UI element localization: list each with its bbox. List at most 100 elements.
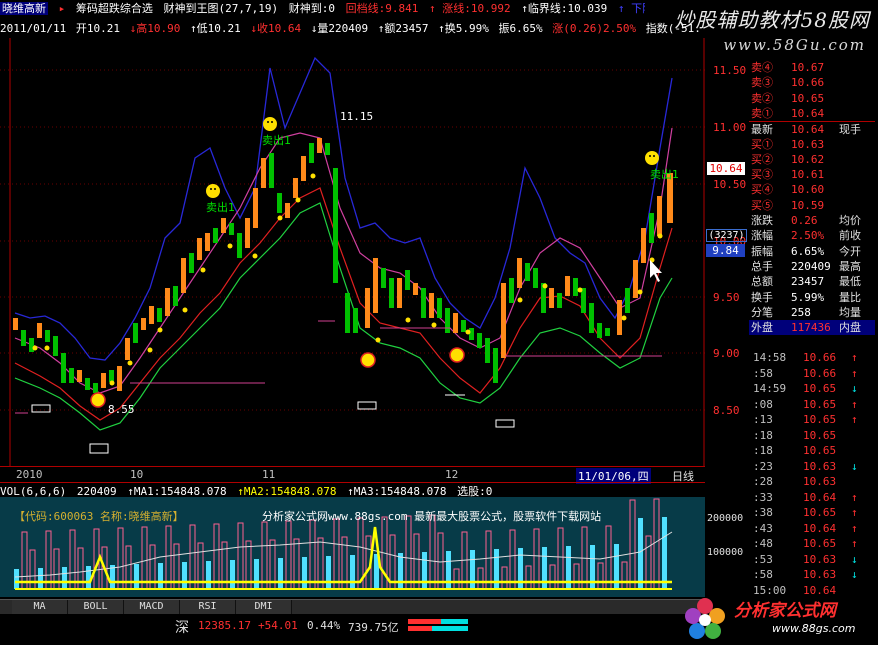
tick-row: :18 10.65 xyxy=(751,428,875,444)
quote-extra: 均价 xyxy=(839,214,861,227)
tick-time: :58 xyxy=(753,366,773,380)
sell-label-1: 卖出1 xyxy=(262,133,291,147)
quote-value: 10.63 xyxy=(791,137,825,151)
tick-time: :33 xyxy=(753,490,773,504)
volume-bar xyxy=(38,568,43,589)
indicator-tabs: MA BOLL MACD RSI DMI xyxy=(0,599,705,614)
info-index: 指数(-51.1 xyxy=(645,22,700,35)
tick-price: 10.63 xyxy=(803,552,837,566)
index-value: 12385.17 xyxy=(198,619,251,632)
stock-name[interactable]: 晓维高新 xyxy=(0,2,48,15)
date-label-11: 11 xyxy=(262,468,276,481)
volume-bar xyxy=(206,561,211,589)
quote-value: 10.59 xyxy=(791,198,825,212)
tick-row: :48 10.65 ↑ xyxy=(751,536,875,552)
volume-bar xyxy=(14,569,19,589)
site-logo: 分析家公式网 www.88gs.com xyxy=(680,592,878,645)
volume-bar xyxy=(662,517,667,589)
quote-label: 卖① xyxy=(751,106,773,120)
quote-extra: 现手 xyxy=(839,123,861,137)
down-arrow-icon: ↓ xyxy=(851,382,858,395)
tab-boll[interactable]: BOLL xyxy=(68,600,124,614)
candlestick-chart[interactable]: 11.15 8.55 卖出1 卖出1 卖出1 xyxy=(0,38,705,466)
quote-label: 买⑤ xyxy=(751,198,773,212)
tick-time: 14:58 xyxy=(753,351,787,364)
linjie-label: ↑临界线:10.039 xyxy=(521,2,608,15)
quote-label: 卖④ xyxy=(751,61,773,74)
tick-row: :53 10.63 ↓ xyxy=(751,552,875,568)
tick-price: 10.65 xyxy=(803,413,837,426)
volume-bar xyxy=(422,552,427,589)
tab-rsi[interactable]: RSI xyxy=(180,600,236,614)
quote-value: 10.64 xyxy=(791,106,825,120)
tick-row: :58 10.66 ↑ xyxy=(751,366,875,382)
volume-bar xyxy=(182,562,187,589)
date-label-2010: 2010 xyxy=(16,468,43,481)
volume-bar xyxy=(350,555,355,589)
tick-price: 10.65 xyxy=(803,382,837,395)
price-tick-950: 9.50 xyxy=(713,291,740,304)
quote-label: 总手 xyxy=(751,259,773,273)
info-high: ↓高10.90 xyxy=(129,22,181,35)
volume-bar xyxy=(230,560,235,589)
volume-bar xyxy=(302,557,307,589)
quote-value: 10.67 xyxy=(791,61,825,74)
quote-extra: 最低 xyxy=(839,275,861,289)
caishen-label: 财神到:0 xyxy=(288,2,335,15)
tick-time: :13 xyxy=(753,413,773,426)
volume-bar xyxy=(254,559,259,589)
tick-time: :18 xyxy=(753,444,773,457)
quote-row: 卖② 10.65 xyxy=(749,91,875,106)
tab-ma[interactable]: MA xyxy=(12,600,68,614)
quote-value: 10.62 xyxy=(791,152,825,166)
quote-extra: 最高 xyxy=(839,259,861,273)
tick-panel: 14:58 10.66 ↑:58 10.66 ↑ 14:59 10.65 ↓:08 10.65 ↑… xyxy=(747,350,878,597)
volume-bar xyxy=(134,564,139,589)
volume-bar xyxy=(326,556,331,589)
vol-tick-200000: 200000 xyxy=(707,513,744,524)
tab-macd[interactable]: MACD xyxy=(124,600,180,614)
market-label: 深 xyxy=(175,620,189,636)
formula-name[interactable]: 筹码超跌综合选 xyxy=(76,2,153,15)
hui-label: 回档线:9.841 xyxy=(345,2,419,15)
up-arrow-icon: ↑ xyxy=(851,490,858,504)
date-label-12: 12 xyxy=(445,468,459,481)
up-arrow-icon: ↑ xyxy=(851,397,858,411)
up-arrow-icon: ↑ xyxy=(851,351,858,364)
quote-value: 10.64 xyxy=(791,123,825,137)
volume-bar xyxy=(86,566,91,589)
quote-value: 10.60 xyxy=(791,183,825,197)
breadth-bar xyxy=(408,619,468,624)
quote-row: 买③ 10.61 xyxy=(749,167,875,182)
tick-price: 10.65 xyxy=(803,428,837,442)
tick-price: 10.63 xyxy=(803,475,837,488)
indicator-name: 财神到王图(27,7,19) xyxy=(163,2,279,15)
quote-label: 买③ xyxy=(751,168,773,182)
sell-label-3: 卖出1 xyxy=(650,167,679,181)
volume-bar xyxy=(446,551,451,589)
quote-label: 总额 xyxy=(751,275,773,289)
watermark-title: 炒股辅助教材58股网 xyxy=(674,8,870,32)
tab-dmi[interactable]: DMI xyxy=(236,600,292,614)
quote-label: 卖② xyxy=(751,91,773,105)
volume-box: (3237) xyxy=(706,229,747,242)
logo-name: 分析家公式网 xyxy=(734,601,836,621)
down-arrow-icon: ↓ xyxy=(851,568,858,581)
quote-row: 买⑤ 10.59 xyxy=(749,198,875,213)
tick-price: 10.63 xyxy=(803,568,837,581)
up-arrow-icon: ↑ xyxy=(851,366,858,380)
quote-row: 卖③ 10.66 xyxy=(749,75,875,90)
quote-value: 2.50% xyxy=(791,229,825,243)
tick-time: :28 xyxy=(753,475,773,488)
quote-value: 10.61 xyxy=(791,168,825,182)
info-amount: ↑额23457 xyxy=(377,22,429,35)
quote-label: 换手 xyxy=(751,290,773,304)
tick-price: 10.66 xyxy=(803,366,837,380)
info-turnover: ↑换5.99% xyxy=(438,22,489,35)
info-volume: ↓量220409 xyxy=(310,22,369,35)
quote-value: 0.26 xyxy=(791,214,818,227)
volume-bar xyxy=(278,558,283,589)
quote-value: 220409 xyxy=(791,259,831,273)
quote-label: 买① xyxy=(751,137,773,151)
quote-value: 258 xyxy=(791,305,811,319)
